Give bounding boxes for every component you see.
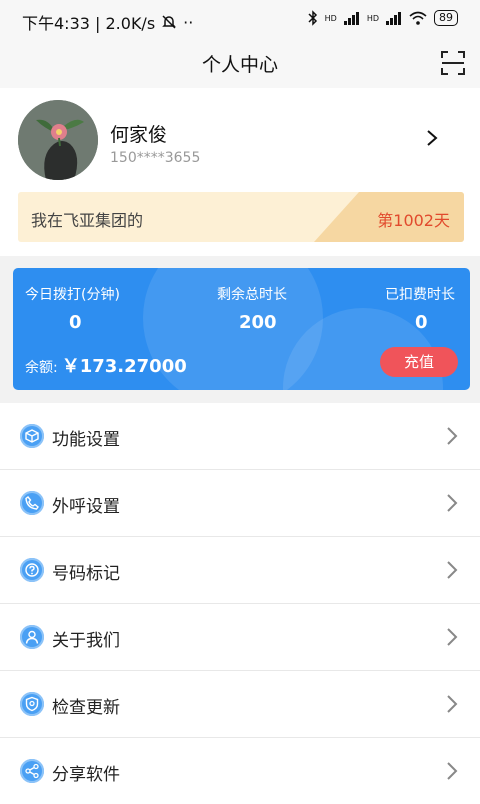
stat-label-charged: 已扣费时长 <box>385 287 455 303</box>
menu-item-about-us[interactable]: 关于我们 <box>0 604 480 671</box>
avatar-image <box>18 100 98 180</box>
person-icon <box>20 625 44 649</box>
stats-card: 今日拨打(分钟) 0 剩余总时长 200 已扣费时长 0 余额: ￥173.27… <box>13 268 470 390</box>
menu-item-number-tag[interactable]: 号码标记 <box>0 537 480 604</box>
battery-icon: 89 <box>434 10 458 26</box>
scan-icon[interactable] <box>440 50 466 76</box>
signal-hd-label: HD <box>324 13 337 23</box>
page-title: 个人中心 <box>201 54 278 76</box>
chevron-right-icon[interactable] <box>422 128 442 148</box>
banner-text: 我在飞亚集团的 <box>31 211 144 230</box>
bluetooth-icon <box>308 10 317 26</box>
cube-icon <box>20 424 44 448</box>
chevron-right-icon <box>447 762 458 780</box>
shield-icon <box>20 692 44 716</box>
status-time: 下午4:33 | 2.0K/s <box>22 14 156 33</box>
menu-item-function-settings[interactable]: 功能设置 <box>0 403 480 470</box>
chevron-right-icon <box>447 427 458 445</box>
menu-item-label: 分享软件 <box>52 765 120 785</box>
status-right: HD HD 89 <box>308 10 458 26</box>
menu-item-check-update[interactable]: 检查更新 <box>0 671 480 738</box>
phone-icon <box>20 491 44 515</box>
stat-value-today: 0 <box>69 312 82 333</box>
stat-value-remaining: 200 <box>239 312 277 333</box>
profile-section: 何家俊 150****3655 我在飞亚集团的 第1002天 <box>0 88 480 256</box>
wifi-icon <box>409 11 427 25</box>
stat-value-charged: 0 <box>415 312 428 333</box>
menu-item-label: 功能设置 <box>52 430 120 450</box>
balance: 余额: ￥173.27000 <box>25 352 187 378</box>
user-name: 何家俊 <box>110 124 168 146</box>
menu-item-share-app[interactable]: 分享软件 <box>0 738 480 804</box>
chevron-right-icon <box>447 494 458 512</box>
mute-bell-icon <box>162 15 176 29</box>
menu-item-label: 号码标记 <box>52 564 120 584</box>
user-phone: 150****3655 <box>110 150 201 166</box>
banner-days: 第1002天 <box>377 211 450 230</box>
menu-item-label: 关于我们 <box>52 631 120 651</box>
signal-icon <box>343 12 359 25</box>
status-bar: 下午4:33 | 2.0K/s ·· HD HD 89 <box>0 0 480 40</box>
chevron-right-icon <box>447 628 458 646</box>
status-more: ·· <box>183 12 194 32</box>
balance-value: ￥173.27000 <box>61 356 187 377</box>
chevron-right-icon <box>447 695 458 713</box>
menu-item-call-settings[interactable]: 外呼设置 <box>0 470 480 537</box>
question-icon <box>20 558 44 582</box>
status-left: 下午4:33 | 2.0K/s ·· <box>22 10 193 34</box>
chevron-right-icon <box>447 561 458 579</box>
menu-item-label: 检查更新 <box>52 698 120 718</box>
recharge-button[interactable]: 充值 <box>380 347 458 377</box>
avatar[interactable] <box>18 100 98 180</box>
signal-icon-2 <box>386 12 401 25</box>
stat-label-today: 今日拨打(分钟) <box>25 287 120 303</box>
tenure-banner: 我在飞亚集团的 第1002天 <box>18 192 464 242</box>
balance-label: 余额: <box>25 360 58 376</box>
share-icon <box>20 759 44 783</box>
settings-menu: 功能设置 外呼设置 号码标记 关于我们 检查更新 分享软件 <box>0 403 480 804</box>
nav-bar: 个人中心 <box>0 40 480 89</box>
signal-hd-label-2: HD <box>366 13 379 23</box>
stat-label-remaining: 剩余总时长 <box>217 287 287 303</box>
menu-item-label: 外呼设置 <box>52 497 120 517</box>
